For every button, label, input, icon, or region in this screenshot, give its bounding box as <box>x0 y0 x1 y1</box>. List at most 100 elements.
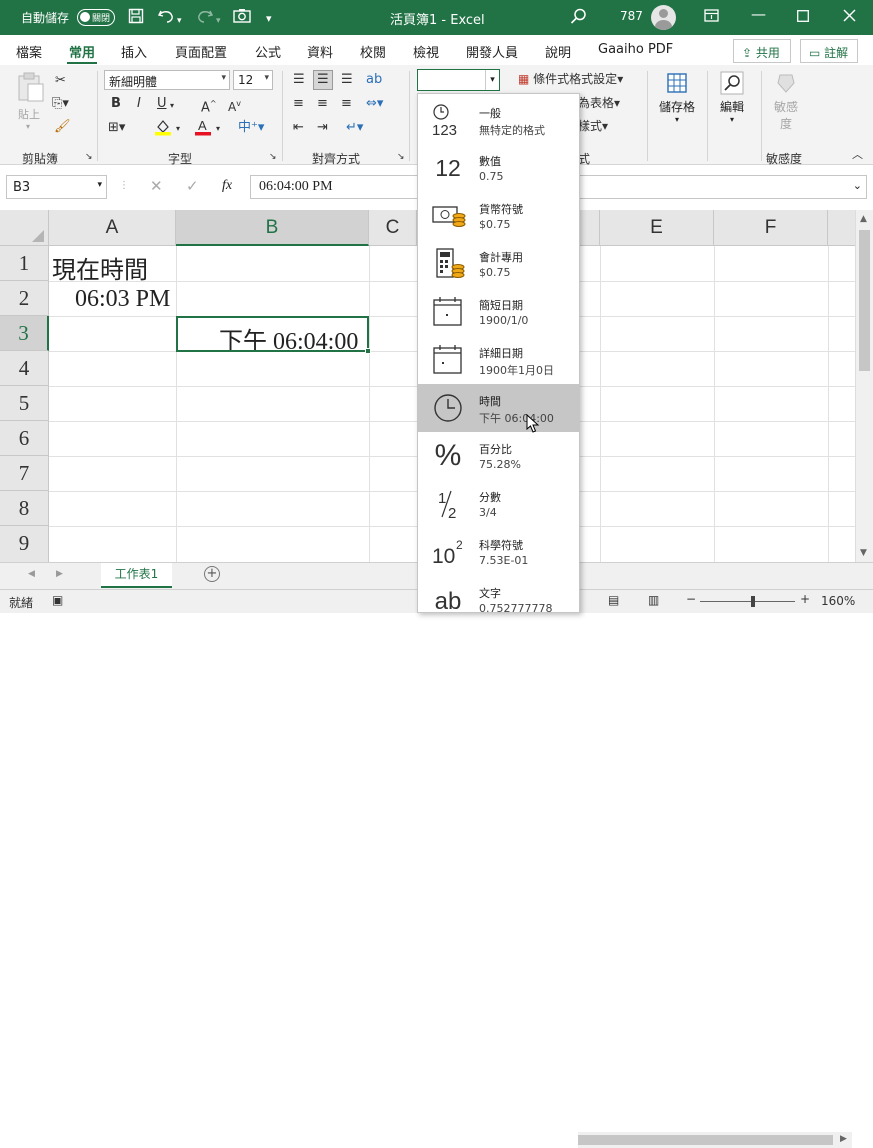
tab-view[interactable]: 檢視 <box>413 42 439 61</box>
customize-toolbar-icon[interactable]: ▾ <box>266 10 272 28</box>
alignment-launcher-icon[interactable]: ↘ <box>397 149 405 165</box>
minimize-icon[interactable]: — <box>751 5 766 23</box>
scroll-up-icon[interactable]: ▲ <box>860 214 867 224</box>
share-button[interactable]: ⇪ 共用 <box>733 39 791 63</box>
scroll-thumb[interactable] <box>859 230 870 371</box>
editing-button[interactable]: 編輯 ▾ <box>714 71 750 124</box>
page-break-view-icon[interactable]: ▥ <box>648 593 659 607</box>
scroll-down-icon[interactable]: ▼ <box>860 548 867 558</box>
format-accounting[interactable]: 會計專用 $0.75 <box>418 240 579 288</box>
row-header-6[interactable]: 6 <box>0 421 49 456</box>
font-color-dropdown-icon[interactable]: ▾ <box>216 121 220 137</box>
fill-color-icon[interactable] <box>154 118 172 141</box>
format-as-table-button[interactable]: 為表格▾ <box>578 95 620 111</box>
font-name-combo[interactable]: 新細明體 ▾ <box>104 70 230 90</box>
tab-help[interactable]: 說明 <box>545 42 571 61</box>
select-all-corner[interactable] <box>0 210 49 246</box>
format-currency[interactable]: 貨幣符號 $0.75 <box>418 192 579 240</box>
sheet-tab-1[interactable]: 工作表1 <box>101 563 172 588</box>
tab-page-layout[interactable]: 頁面配置 <box>175 42 227 61</box>
underline-icon[interactable]: U <box>157 96 167 112</box>
collapse-ribbon-icon[interactable]: ︿ <box>852 147 863 163</box>
cut-icon[interactable]: ✂ <box>55 73 66 89</box>
format-text[interactable]: ab 文字 0.752777778 <box>418 576 579 612</box>
merge-center-icon[interactable]: ⇔▾ <box>366 96 383 112</box>
row-header-8[interactable]: 8 <box>0 491 49 526</box>
cell-a2[interactable]: 06:03 PM <box>75 286 170 313</box>
align-right-icon[interactable]: ≡ <box>341 96 352 112</box>
font-color-icon[interactable]: A <box>194 118 212 141</box>
tab-developer[interactable]: 開發人員 <box>466 42 518 61</box>
row-header-4[interactable]: 4 <box>0 351 49 386</box>
text-direction-icon[interactable]: ab <box>366 72 382 88</box>
scroll-thumb[interactable] <box>578 1135 833 1145</box>
conditional-format-button[interactable]: ▦ 條件式格式設定▾ <box>518 71 623 87</box>
italic-icon[interactable]: I <box>137 96 141 112</box>
increase-font-icon[interactable]: A^ <box>201 96 217 116</box>
page-layout-view-icon[interactable]: ▤ <box>608 593 619 607</box>
row-header-3[interactable]: 3 <box>0 316 49 351</box>
search-icon[interactable] <box>570 8 587 29</box>
undo-icon[interactable] <box>157 8 175 28</box>
vertical-scrollbar[interactable]: ▲ ▼ <box>855 210 873 562</box>
copy-icon[interactable]: ⎘▾ <box>52 96 69 112</box>
maximize-icon[interactable] <box>797 8 809 26</box>
format-painter-icon[interactable]: 🖌 <box>54 119 71 135</box>
comments-button[interactable]: ▭ 註解 <box>800 39 858 63</box>
sheet-next-icon[interactable]: ▶ <box>56 569 63 579</box>
name-box[interactable]: B3 ▾ <box>6 175 107 199</box>
insert-function-icon[interactable]: fx <box>222 178 232 194</box>
paste-button[interactable]: 貼上 ▾ <box>16 72 46 131</box>
increase-indent-icon[interactable]: ⇥ <box>317 120 328 136</box>
tab-home[interactable]: 常用 <box>66 42 98 64</box>
column-header-g[interactable] <box>828 210 855 246</box>
horizontal-scrollbar[interactable]: ▶ <box>578 1132 852 1148</box>
font-launcher-icon[interactable]: ↘ <box>269 149 277 165</box>
align-top-icon[interactable]: ☰ <box>293 72 305 88</box>
borders-icon[interactable]: ⊞▾ <box>108 120 125 136</box>
cell-a1[interactable]: 現在時間 <box>52 250 148 285</box>
tab-insert[interactable]: 插入 <box>121 42 147 61</box>
format-fraction[interactable]: 12 分數 3/4 <box>418 480 579 528</box>
scroll-right-icon[interactable]: ▶ <box>840 1134 847 1144</box>
autosave-toggle[interactable]: 關閉 <box>77 9 115 26</box>
close-icon[interactable] <box>843 8 856 26</box>
zoom-slider-thumb[interactable] <box>751 596 755 607</box>
font-size-combo[interactable]: 12 ▾ <box>233 70 273 90</box>
tab-formulas[interactable]: 公式 <box>255 42 281 61</box>
format-long-date[interactable]: 詳細日期 1900年1月0日 <box>418 336 579 384</box>
decrease-indent-icon[interactable]: ⇤ <box>293 120 304 136</box>
underline-dropdown-icon[interactable]: ▾ <box>170 98 174 114</box>
tab-data[interactable]: 資料 <box>307 42 333 61</box>
number-format-combo[interactable]: ▾ <box>417 69 500 91</box>
zoom-out-icon[interactable]: − <box>686 592 696 606</box>
format-number[interactable]: 12 數值 0.75 <box>418 144 579 192</box>
add-sheet-icon[interactable]: + <box>204 566 220 582</box>
row-header-1[interactable]: 1 <box>0 246 49 281</box>
align-middle-icon[interactable]: ☰ <box>313 70 333 90</box>
column-header-d[interactable] <box>580 210 600 246</box>
drag-handle-icon[interactable]: ⋮ <box>119 180 129 191</box>
align-left-icon[interactable]: ≡ <box>293 96 304 112</box>
zoom-level[interactable]: 160% <box>821 594 855 608</box>
undo-dropdown-icon[interactable]: ▾ <box>177 12 182 30</box>
cell-styles-button[interactable]: 樣式▾ <box>578 118 608 134</box>
clipboard-launcher-icon[interactable]: ↘ <box>85 149 93 165</box>
format-time[interactable]: 時間 下午 06:04:00 <box>418 384 579 433</box>
camera-icon[interactable] <box>233 8 251 27</box>
tab-gaaiho-pdf[interactable]: Gaaiho PDF <box>598 42 673 57</box>
decrease-font-icon[interactable]: Av <box>228 96 241 115</box>
ribbon-display-icon[interactable] <box>704 8 719 26</box>
column-header-a[interactable]: A <box>49 210 176 246</box>
zoom-slider[interactable] <box>700 601 795 602</box>
format-general[interactable]: 123 一般 無特定的格式 <box>418 96 579 144</box>
cells-button[interactable]: 儲存格 ▾ <box>657 71 697 124</box>
column-header-e[interactable]: E <box>600 210 714 246</box>
enter-icon[interactable]: ✓ <box>186 177 199 195</box>
cancel-icon[interactable]: ✕ <box>150 177 163 195</box>
align-center-icon[interactable]: ≡ <box>317 96 328 112</box>
row-header-9[interactable]: 9 <box>0 526 49 562</box>
phonetic-icon[interactable]: 中⁺▾ <box>238 120 264 136</box>
column-header-c[interactable]: C <box>369 210 417 246</box>
row-header-2[interactable]: 2 <box>0 281 49 316</box>
